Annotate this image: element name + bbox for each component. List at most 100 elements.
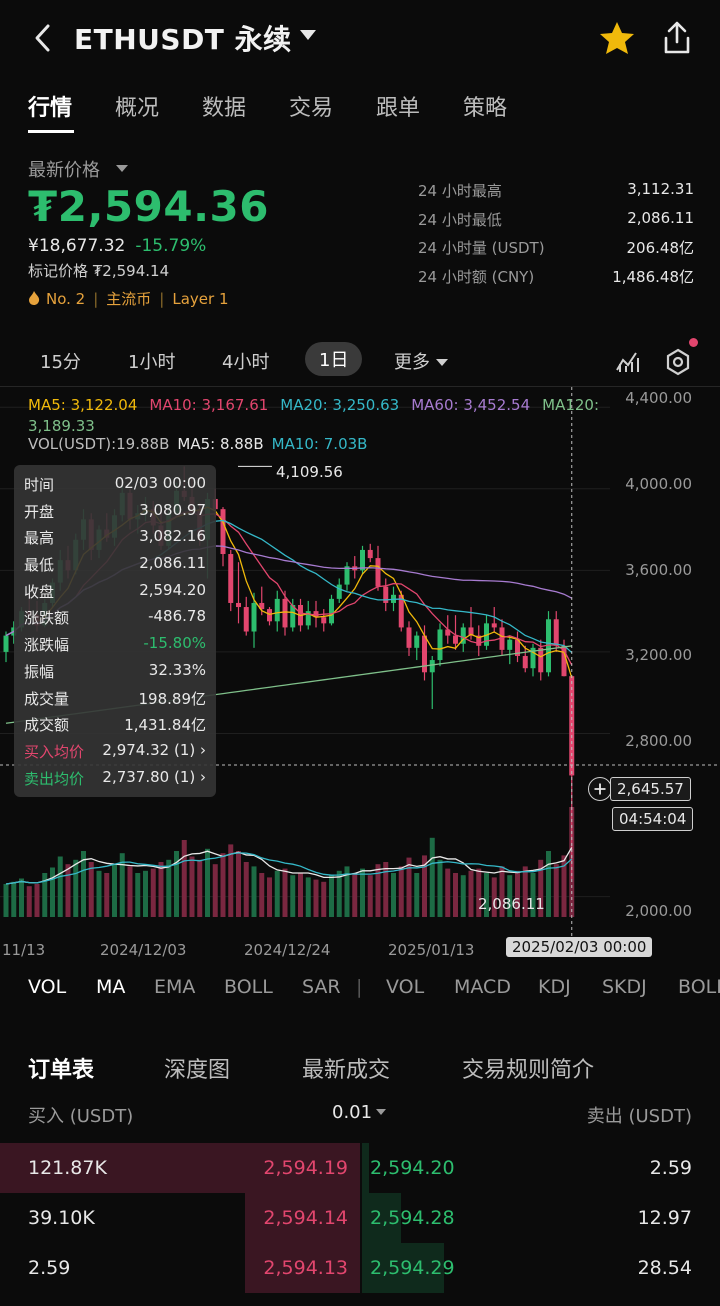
indicator-icon[interactable]	[614, 350, 642, 374]
tag-separator: |	[159, 290, 165, 308]
bid-quantity: 2.59	[28, 1257, 71, 1279]
volume-bar	[143, 870, 148, 917]
main-tabs: 行情 概况 数据 交易 跟单 策略	[0, 86, 720, 136]
bid-price[interactable]: 2,594.14	[263, 1207, 348, 1229]
ask-price[interactable]: 2,594.29	[370, 1257, 455, 1279]
period-more[interactable]: 更多	[394, 348, 448, 374]
volume-bar	[212, 864, 218, 917]
latest-price-label[interactable]: 最新价格	[28, 156, 100, 182]
indicator-sar[interactable]: SAR	[302, 976, 341, 998]
indicator-kdj[interactable]: KDJ	[538, 976, 571, 998]
settings-icon[interactable]	[664, 348, 692, 376]
star-icon[interactable]	[598, 20, 636, 56]
cny-price-line: ¥18,677.32 -15.79%	[28, 236, 206, 256]
legend-ma10: MA10: 3,167.61	[149, 396, 269, 414]
back-arrow-icon[interactable]	[30, 22, 58, 54]
stat-row: 24 小时最高 3,112.31	[418, 180, 694, 209]
indicator-ma[interactable]: MA	[96, 976, 125, 998]
indicator-bar: VOL MA EMA BOLL SAR | VOL MACD KDJ SKDJ …	[0, 970, 720, 1010]
kline-chart[interactable]: MA5: 3,122.04 MA10: 3,167.61 MA20: 3,250.6…	[0, 386, 720, 962]
tooltip-label: 最高	[24, 529, 55, 548]
ask-quantity: 2.59	[649, 1157, 692, 1179]
ask-price[interactable]: 2,594.20	[370, 1157, 455, 1179]
bid-price[interactable]: 2,594.19	[263, 1157, 348, 1179]
tooltip-row[interactable]: 卖出均价 2,737.80 (1) ›	[24, 765, 206, 792]
tab-strategy[interactable]: 策略	[463, 90, 507, 122]
share-icon[interactable]	[660, 20, 694, 56]
y-tick-label: 4,400.00	[625, 389, 692, 407]
volume-bar	[135, 873, 141, 917]
chevron-down-icon[interactable]	[300, 30, 316, 40]
indicator-macd[interactable]: MACD	[454, 976, 511, 998]
period-more-label: 更多	[394, 352, 430, 373]
candle-body	[367, 549, 373, 559]
stat-label: 24 小时最高	[418, 182, 502, 200]
volume-bar	[104, 873, 110, 917]
stat-value: 1,486.48亿	[612, 267, 694, 286]
indicator-vol[interactable]: VOL	[28, 976, 66, 998]
tooltip-label: 振幅	[24, 662, 55, 681]
tooltip-value: -15.80%	[143, 634, 206, 653]
legend-ma20: MA20: 3,250.63	[280, 396, 400, 414]
tooltip-row: 开盘 3,080.97	[24, 498, 206, 525]
volume-bar	[197, 859, 203, 917]
indicator-ema[interactable]: EMA	[154, 976, 195, 998]
tooltip-label: 成交额	[24, 716, 70, 735]
crosshair-tooltip: 时间 02/03 00:00 开盘 3,080.97 最高 3,082.16 最低 2,…	[14, 465, 216, 797]
x-tick-label: 2024/12/03	[100, 941, 187, 959]
volume-bar	[189, 856, 195, 917]
chevron-down-icon[interactable]	[116, 165, 128, 172]
bid-price[interactable]: 2,594.13	[263, 1257, 348, 1279]
tick-size-select[interactable]: 0.01	[332, 1102, 387, 1123]
tab-copy-trade[interactable]: 跟单	[376, 90, 420, 122]
indicator-separator: |	[356, 976, 363, 998]
volume-bar	[375, 864, 381, 917]
volume-bar	[65, 864, 71, 917]
tooltip-value: 3,080.97	[139, 500, 206, 519]
period-1d[interactable]: 1日	[305, 342, 363, 376]
tooltip-value: 32.33%	[148, 660, 206, 679]
tag-layer[interactable]: Layer 1	[172, 290, 228, 308]
indicator-sub-boll[interactable]: BOLL	[678, 976, 720, 998]
period-1h[interactable]: 1小时	[128, 348, 175, 374]
volume-bar	[112, 864, 117, 917]
top-bar: ETHUSDT 永续	[0, 0, 720, 76]
volume-bar	[11, 881, 17, 917]
symbol-title[interactable]: ETHUSDT 永续	[74, 18, 292, 58]
tab-trading-rules[interactable]: 交易规则简介	[462, 1052, 594, 1084]
volume-bar	[406, 857, 412, 917]
indicator-sub-vol[interactable]: VOL	[386, 976, 424, 998]
tooltip-label: 涨跌额	[24, 609, 70, 628]
candle-body	[251, 602, 257, 632]
volume-bar	[429, 837, 435, 917]
tooltip-row: 涨跌幅 -15.80%	[24, 631, 206, 658]
ask-price[interactable]: 2,594.28	[370, 1207, 455, 1229]
low-marker-label: 2,086.11	[478, 895, 545, 913]
tag-separator: |	[93, 290, 99, 308]
tag-rank[interactable]: No. 2	[46, 290, 85, 308]
indicator-boll[interactable]: BOLL	[224, 976, 273, 998]
tab-depth-chart[interactable]: 深度图	[164, 1052, 230, 1084]
tab-overview[interactable]: 概况	[115, 90, 159, 122]
candle-body	[453, 635, 458, 644]
add-alert-icon[interactable]	[588, 777, 612, 801]
tab-market[interactable]: 行情	[28, 90, 72, 122]
period-15m[interactable]: 15分	[40, 348, 81, 374]
ask-header: 卖出 (USDT)	[586, 1106, 692, 1127]
volume-bar	[437, 859, 443, 917]
volume-bar	[57, 856, 63, 917]
tooltip-row[interactable]: 买入均价 2,974.32 (1) ›	[24, 738, 206, 765]
indicator-skdj[interactable]: SKDJ	[602, 976, 647, 998]
active-tab-indicator	[28, 130, 74, 133]
tab-trade[interactable]: 交易	[289, 90, 333, 122]
period-4h[interactable]: 4小时	[222, 348, 269, 374]
y-tick-label: 3,200.00	[625, 646, 692, 664]
tag-mainstream[interactable]: 主流币	[106, 290, 151, 308]
countdown-timer: 04:54:04	[612, 807, 694, 831]
volume-bar	[367, 875, 373, 917]
candle-body	[274, 598, 280, 622]
tab-latest-trades[interactable]: 最新成交	[302, 1052, 390, 1084]
stat-row: 24 小时额 (CNY) 1,486.48亿	[418, 266, 694, 295]
tab-data[interactable]: 数据	[202, 90, 246, 122]
tab-order-book[interactable]: 订单表	[28, 1052, 94, 1084]
